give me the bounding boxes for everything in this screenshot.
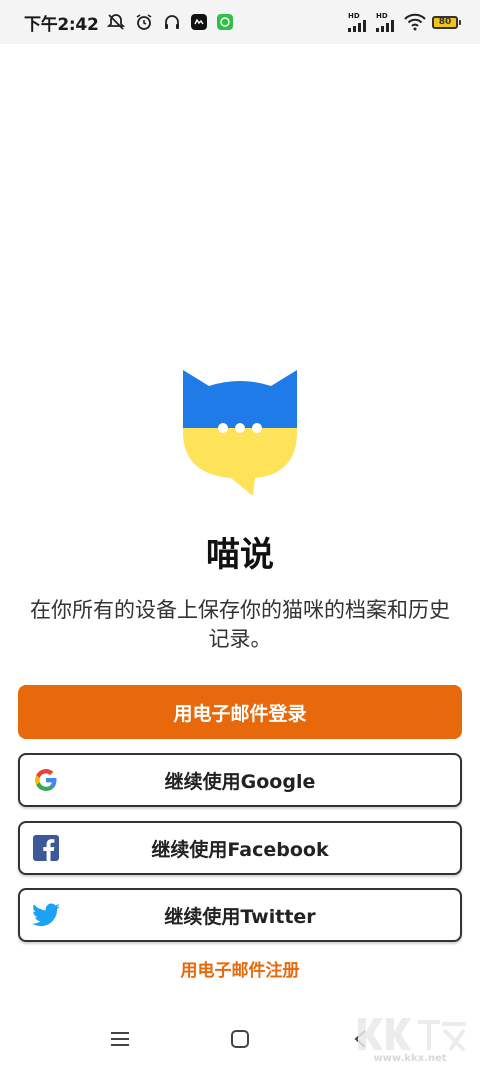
music-app-icon [190, 13, 208, 31]
facebook-icon [32, 834, 60, 862]
battery-icon: 80 [432, 15, 461, 29]
battery-level: 80 [438, 17, 452, 27]
facebook-login-label: 继续使用Facebook [151, 838, 329, 861]
email-login-button[interactable]: 用电子邮件登录 [18, 685, 462, 739]
chat-app-icon [216, 13, 234, 31]
app-title: 喵说 [206, 535, 274, 575]
status-bar: 下午2:42 HD HD 80 [0, 0, 480, 44]
home-icon [231, 1029, 249, 1048]
google-login-button[interactable]: 继续使用Google [18, 753, 462, 807]
signal-2-icon: HD [376, 12, 398, 32]
email-login-label: 用电子邮件登录 [173, 702, 307, 725]
watermark-url: www.kkx.net [373, 1053, 446, 1064]
status-time: 下午2:42 [24, 14, 99, 35]
app-logo [183, 370, 297, 496]
home-nav-button[interactable] [220, 1019, 260, 1059]
twitter-login-label: 继续使用Twitter [164, 905, 316, 928]
signal-1-icon: HD [348, 12, 370, 32]
app-subtitle: 在你所有的设备上保存你的猫咪的档案和历史记录。 [30, 598, 450, 651]
facebook-login-button[interactable]: 继续使用Facebook [18, 821, 462, 875]
google-icon [32, 766, 60, 794]
menu-nav-button[interactable] [100, 1019, 140, 1059]
headphones-icon [162, 12, 182, 32]
email-register-link[interactable]: 用电子邮件注册 [0, 956, 480, 981]
google-login-label: 继续使用Google [164, 770, 316, 793]
wifi-icon [404, 13, 426, 31]
mute-bell-icon [106, 12, 126, 32]
alarm-icon [134, 12, 154, 32]
twitter-login-button[interactable]: 继续使用Twitter [18, 888, 462, 942]
menu-icon [111, 1031, 129, 1046]
watermark-logo: www.kkx.net [350, 1012, 470, 1064]
twitter-icon [32, 901, 60, 929]
